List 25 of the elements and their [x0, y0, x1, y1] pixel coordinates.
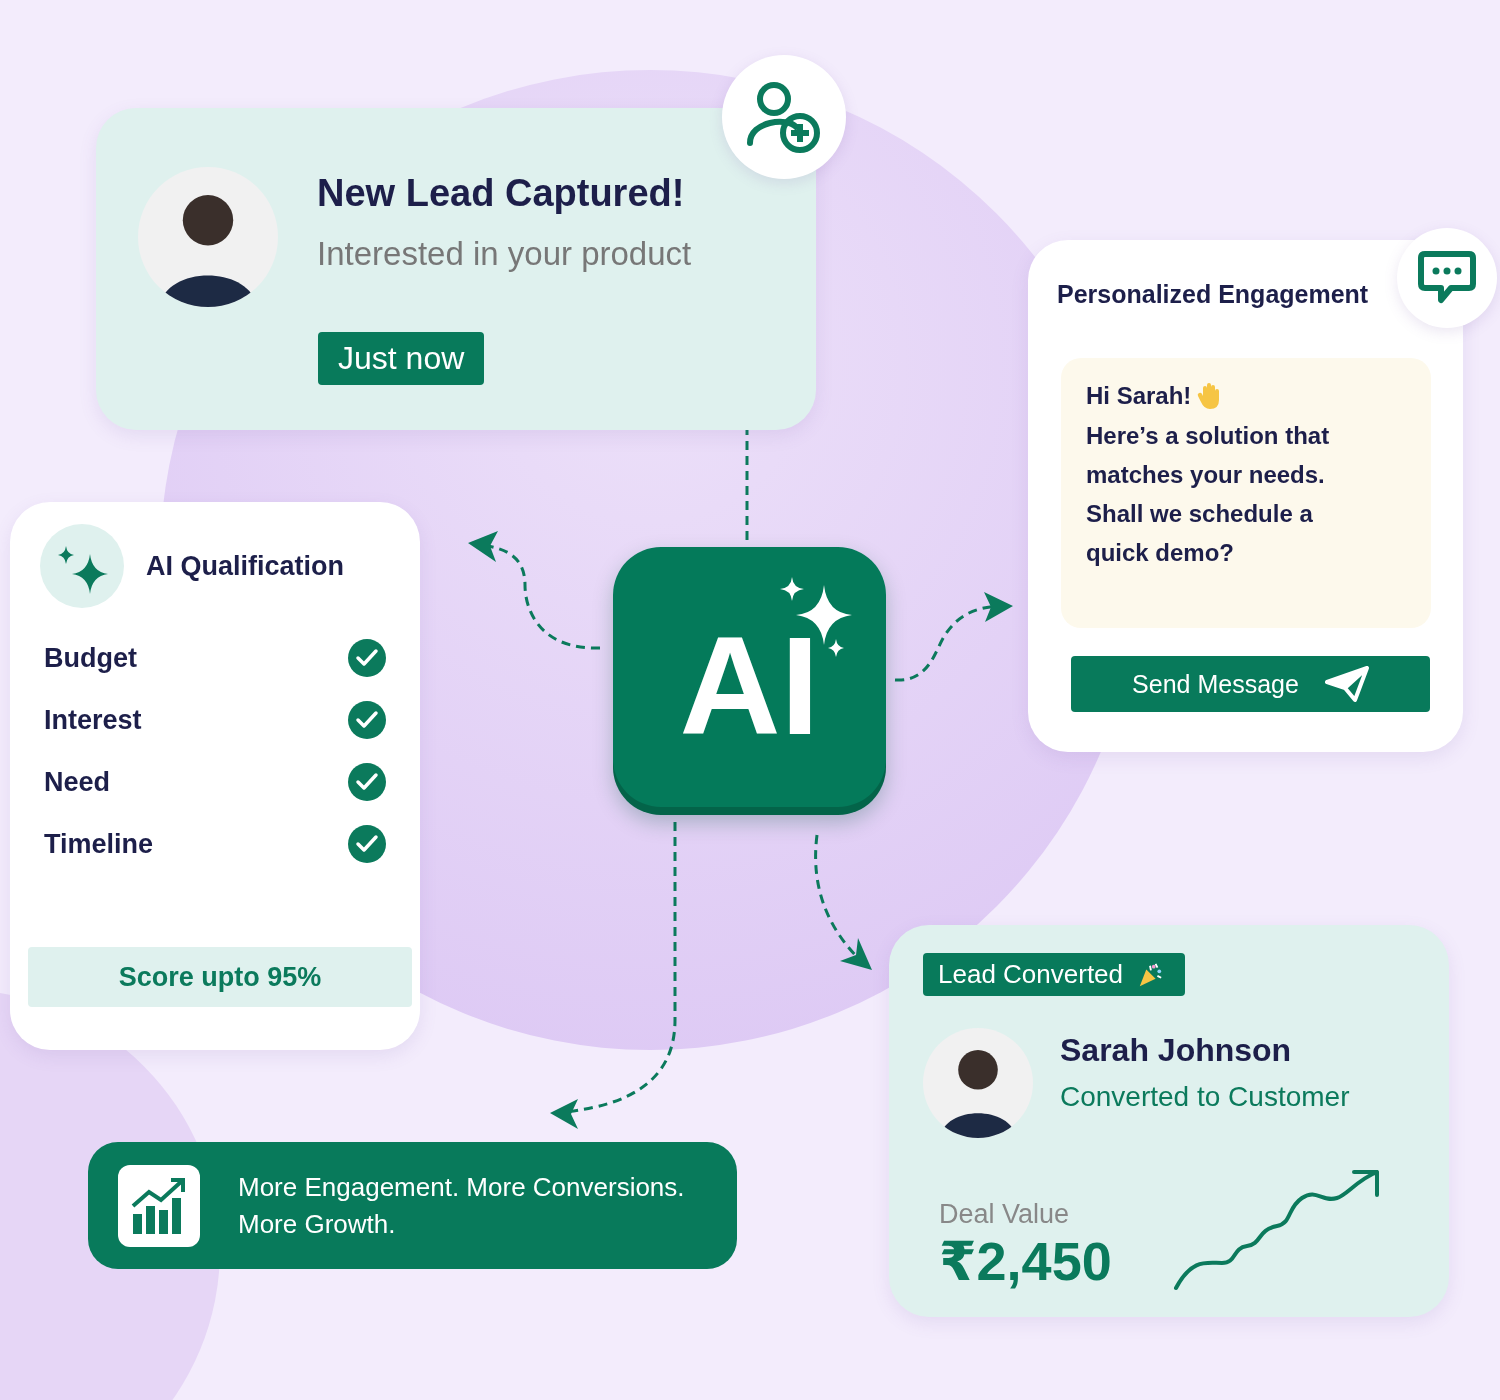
greeting-text: Hi Sarah!: [1086, 382, 1192, 410]
score-banner: Score upto 95%: [28, 947, 412, 1007]
card-title: New Lead Captured!: [317, 172, 685, 215]
send-icon: [1324, 666, 1369, 702]
criterion-label: Need: [44, 766, 111, 798]
customer-name: Sarah Johnson: [1060, 1032, 1293, 1069]
card-subtitle: Interested in your product: [317, 235, 692, 273]
card-title: AI Qualification: [146, 550, 345, 582]
message-text: Here’s a solution that matches your needs. Shall we schedule a quick demo?: [1086, 421, 1331, 568]
party-popper-icon: [1137, 961, 1164, 988]
banner-text: More Growth.: [238, 1208, 397, 1240]
bar-chart-icon: [118, 1164, 200, 1247]
send-message-button[interactable]: Send Message: [1071, 656, 1430, 712]
time-badge: Just now: [318, 332, 485, 385]
waving-hand-icon: [1197, 382, 1222, 410]
card-title: Personalized Engagement: [1057, 280, 1370, 309]
deal-value: ₹2,450: [939, 1230, 1112, 1293]
criterion-label: Interest: [44, 704, 142, 736]
deal-label: Deal Value: [939, 1199, 1071, 1230]
criterion-label: Budget: [44, 642, 137, 674]
customer-status: Converted to Customer: [1060, 1081, 1350, 1113]
banner-text: More Engagement. More Conversions.: [238, 1171, 685, 1203]
ai-tile: AI: [613, 547, 886, 815]
criterion-label: Timeline: [44, 828, 154, 860]
status-badge: Lead Converted: [923, 953, 1186, 996]
